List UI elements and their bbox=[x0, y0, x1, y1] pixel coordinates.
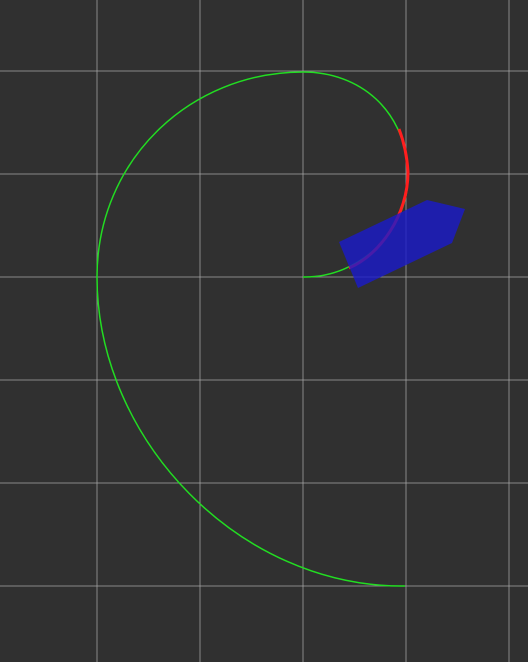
scene-background bbox=[0, 0, 528, 662]
3d-viewport[interactable] bbox=[0, 0, 528, 662]
scene-canvas[interactable] bbox=[0, 0, 528, 662]
